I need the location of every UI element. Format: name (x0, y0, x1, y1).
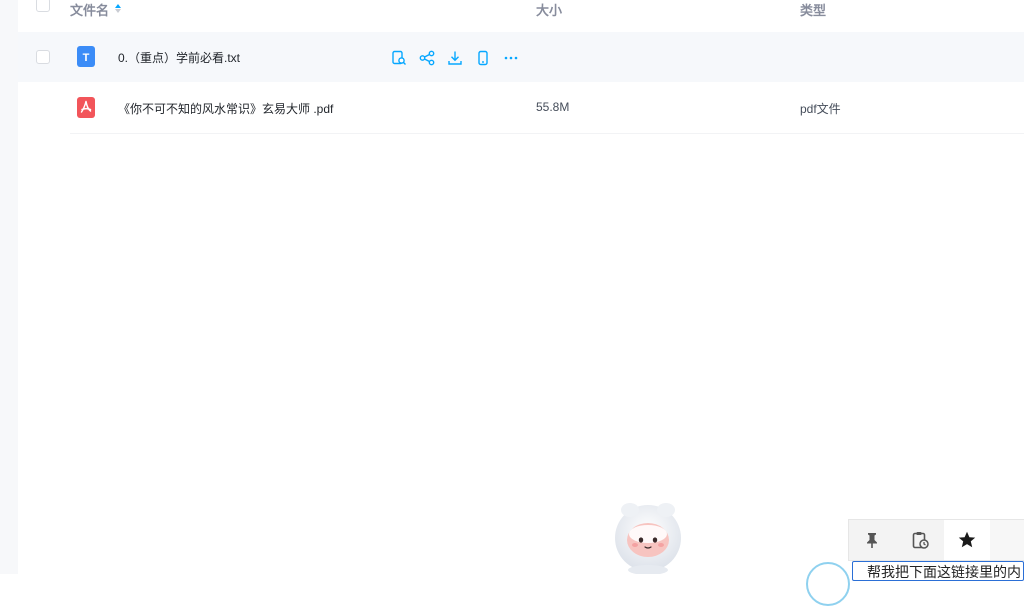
send-to-phone-icon[interactable] (474, 49, 492, 67)
column-header-name-label: 文件名 (70, 3, 110, 18)
floating-toolbar (849, 520, 1024, 560)
more-icon[interactable] (502, 49, 520, 67)
download-icon[interactable] (446, 49, 464, 67)
assistant-input[interactable]: 帮我把下面这链接里的内 (852, 561, 1024, 581)
toolbar-extra (990, 520, 1024, 560)
clipboard-history-icon[interactable] (897, 520, 943, 560)
row-actions (390, 49, 520, 67)
pdf-file-icon (77, 97, 95, 118)
file-size: 55.8M (536, 100, 570, 114)
row-checkbox[interactable] (36, 50, 50, 64)
mascot-icon[interactable] (612, 498, 684, 574)
preview-icon[interactable] (390, 49, 408, 67)
table-row[interactable]: T 0.（重点）学前必看.txt (18, 32, 1024, 82)
sort-asc-icon[interactable] (115, 4, 122, 13)
file-name[interactable]: 《你不可不知的风水常识》玄易大师 .pdf (118, 100, 333, 117)
file-list-header: 文件名 大小 类型 (18, 0, 1024, 22)
column-header-type[interactable]: 类型 (800, 0, 826, 19)
select-all-checkbox[interactable] (36, 0, 50, 12)
left-rail (0, 0, 18, 574)
pin-icon[interactable] (849, 520, 895, 560)
row-divider (70, 133, 1024, 134)
assistant-bubble[interactable] (806, 562, 850, 606)
file-name[interactable]: 0.（重点）学前必看.txt (118, 49, 240, 66)
column-header-name[interactable]: 文件名 (70, 0, 122, 19)
table-row[interactable]: 《你不可不知的风水常识》玄易大师 .pdf 55.8M pdf文件 (18, 83, 1024, 133)
file-type: pdf文件 (800, 102, 841, 116)
svg-text:T: T (83, 52, 90, 64)
share-icon[interactable] (418, 49, 436, 67)
txt-file-icon: T (77, 46, 95, 67)
column-header-size[interactable]: 大小 (536, 0, 562, 19)
star-icon[interactable] (944, 520, 990, 560)
